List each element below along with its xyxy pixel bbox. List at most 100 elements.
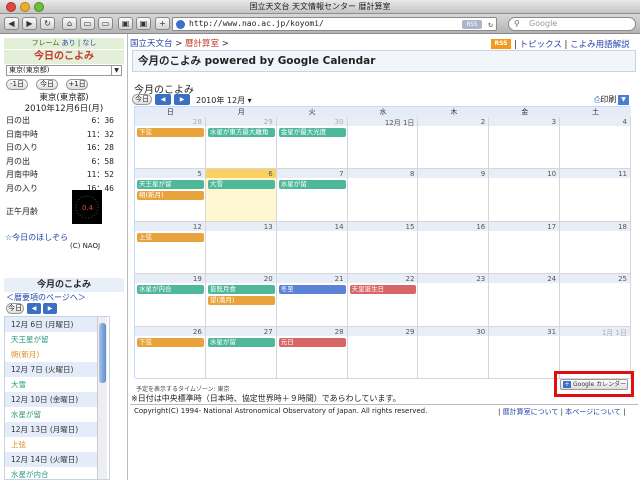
chevron-down-icon[interactable]: ▼ [618, 95, 629, 105]
google-calendar-button[interactable]: + Google カレンダー [560, 379, 628, 390]
calendar-day[interactable]: 4 [560, 117, 631, 170]
calendar-day[interactable]: 7 [276, 169, 348, 222]
calendar-event[interactable]: 水星が留 [278, 180, 346, 190]
event-list-item[interactable]: 水星が留 [5, 407, 97, 422]
calendar-day[interactable]: 29 [205, 117, 277, 170]
frame-on-link[interactable]: あり [62, 39, 76, 47]
stars-link[interactable]: ☆今日のほしぞら [5, 232, 68, 243]
scrollbar-thumb[interactable] [99, 323, 106, 383]
mini-today-button[interactable]: 今日 [6, 303, 24, 314]
event-list-item[interactable]: 大雪 [5, 377, 97, 392]
url-input[interactable]: http://www.nao.ac.jp/koyomi/ RSS ↻ [172, 17, 497, 31]
calendar-day[interactable]: 19 [135, 274, 206, 327]
calendar-event[interactable]: 冬至 [278, 285, 346, 295]
day-number: 22 [405, 275, 415, 284]
calendar-day[interactable]: 28 [135, 117, 206, 170]
month-label[interactable]: 2010年 12月 ▾ [196, 95, 252, 106]
calendar-day[interactable]: 13 [205, 221, 277, 275]
calendar-event[interactable]: 皆既月食 [207, 285, 275, 295]
event-list-item[interactable]: 朔(新月) [5, 347, 97, 362]
add-bookmark-button[interactable]: + [155, 17, 170, 30]
prev-day-button[interactable]: -1日 [6, 79, 28, 90]
toolbar-button[interactable]: ▭ [98, 17, 113, 30]
rss-icon[interactable]: RSS [491, 39, 511, 49]
calendar-day[interactable]: 31 [489, 326, 561, 379]
calendar-event[interactable]: 元日 [278, 337, 346, 347]
calendar-day[interactable]: 18 [560, 221, 631, 275]
calendar-event[interactable]: 天皇誕生日 [349, 285, 417, 295]
minimize-window-button[interactable] [20, 2, 30, 12]
calendar-day[interactable]: 9 [418, 169, 490, 222]
calendar-event[interactable]: 水星が内合 [137, 285, 204, 295]
glossary-link[interactable]: こよみ用語解説 [570, 40, 630, 50]
reload-small-icon[interactable]: ↻ [488, 19, 493, 31]
rss-badge[interactable]: RSS [462, 20, 482, 29]
calendar-day[interactable]: 8 [347, 169, 419, 222]
toolbar-button[interactable]: ▣ [136, 17, 151, 30]
reload-button[interactable]: ↻ [40, 17, 55, 30]
calendar-day[interactable]: 10 [489, 169, 561, 222]
print-button[interactable]: ⎙印刷 [594, 94, 616, 105]
chevron-down-icon[interactable]: ▼ [111, 65, 122, 76]
calendar-day[interactable]: 30 [276, 117, 348, 170]
calendar-day[interactable]: 27 [205, 326, 277, 379]
calendar-day[interactable]: 16 [418, 221, 490, 275]
calendar-today-button[interactable]: 今日 [132, 94, 152, 105]
calendar-event[interactable]: 下弦 [137, 337, 204, 347]
calendar-day[interactable]: 12月 1日 [347, 117, 419, 170]
about-page-link[interactable]: 本ページについて [565, 408, 621, 416]
calendar-event[interactable]: 天王星が留 [137, 180, 204, 190]
calendar-event[interactable]: 望(満月) [207, 296, 275, 306]
calendar-event[interactable]: 水星が東方最大離角 [207, 128, 275, 137]
calendar-event[interactable]: 大雪 [207, 180, 275, 190]
calendar-day[interactable]: 11 [560, 169, 631, 222]
mini-next-button[interactable]: ▶ [43, 303, 57, 314]
about-link[interactable]: 暦計算室について [503, 408, 559, 416]
forward-button[interactable]: ▶ [22, 17, 37, 30]
calendar-day[interactable]: 3 [489, 117, 561, 170]
calendar-day[interactable]: 24 [489, 274, 561, 327]
calendar-day[interactable]: 26 [135, 326, 206, 379]
breadcrumb-home[interactable]: 国立天文台 [130, 39, 173, 49]
event-list-item[interactable]: 天王星が留 [5, 332, 97, 347]
calendar-day[interactable]: 12 [135, 221, 206, 275]
calendar-next-button[interactable]: ▶ [174, 94, 190, 105]
calendar-day[interactable]: 14 [276, 221, 348, 275]
calendar-event[interactable]: 水星が留 [207, 337, 275, 347]
breadcrumb-current[interactable]: 暦計算室 [185, 39, 219, 49]
search-input[interactable]: ⚲ Google [508, 17, 636, 31]
calendar-event[interactable]: 上弦 [137, 232, 204, 242]
calendar-event[interactable]: 下弦 [137, 128, 204, 137]
calendar-day[interactable]: 2 [418, 117, 490, 170]
calendar-day[interactable]: 22 [347, 274, 419, 327]
calendar-day[interactable]: 25 [560, 274, 631, 327]
calendar-day[interactable]: 29 [347, 326, 419, 379]
calendar-day-today[interactable]: 6 [205, 169, 277, 222]
calendar-day[interactable]: 30 [418, 326, 490, 379]
chevron-right-icon: ▶ [47, 305, 53, 312]
calendar-day[interactable]: 17 [489, 221, 561, 275]
location-select[interactable]: 東京(東京都) [6, 65, 112, 76]
topics-link[interactable]: トピックス [520, 40, 562, 50]
mini-prev-button[interactable]: ◀ [27, 303, 41, 314]
toolbar-button[interactable]: ▣ [118, 17, 133, 30]
event-list-item[interactable]: 上弦 [5, 437, 97, 452]
event-list-scrollbar[interactable] [97, 317, 107, 479]
calendar-prev-button[interactable]: ◀ [155, 94, 171, 105]
home-button[interactable]: ⌂ [62, 17, 77, 30]
calendar-event[interactable]: 金星が最大光度 [278, 128, 346, 137]
back-button[interactable]: ◀ [4, 17, 19, 30]
calendar-event[interactable]: 朔(新月) [137, 191, 204, 201]
event-list-item[interactable]: 水星が内合 [5, 467, 97, 479]
close-window-button[interactable] [6, 2, 16, 12]
calendar-page-link[interactable]: ＜暦要項のページへ＞ [6, 292, 86, 303]
today-button[interactable]: 今日 [36, 79, 58, 90]
frame-off-link[interactable]: なし [82, 39, 96, 47]
next-day-button[interactable]: +1日 [66, 79, 88, 90]
calendar-day[interactable]: 21 [276, 274, 348, 327]
calendar-day[interactable]: 15 [347, 221, 419, 275]
zoom-window-button[interactable] [34, 2, 44, 12]
calendar-day[interactable]: 28 [276, 326, 348, 379]
toolbar-button[interactable]: ▭ [80, 17, 95, 30]
calendar-day[interactable]: 23 [418, 274, 490, 327]
